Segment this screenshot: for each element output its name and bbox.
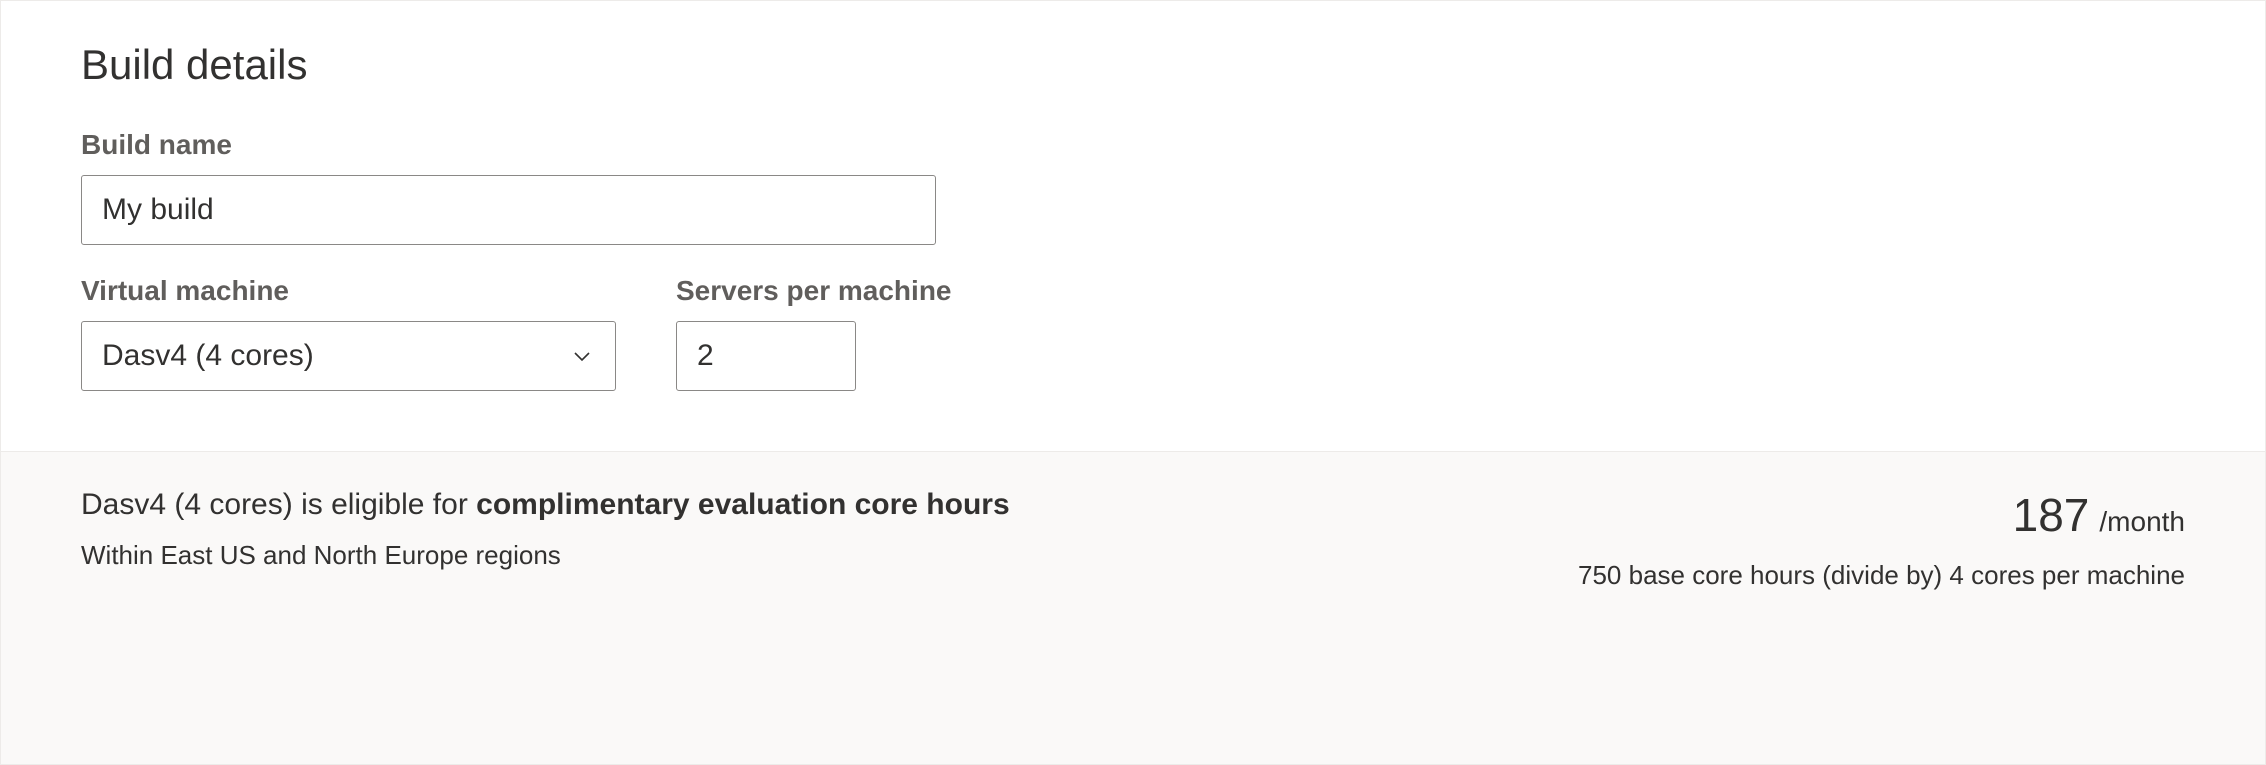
vm-row: Virtual machine Dasv4 (4 cores) Servers … xyxy=(81,275,2185,421)
form-section: Build details Build name Virtual machine… xyxy=(1,1,2265,451)
hours-unit: /month xyxy=(2099,506,2185,538)
calculation-text: 750 base core hours (divide by) 4 cores … xyxy=(1578,560,2185,591)
build-details-panel: Build details Build name Virtual machine… xyxy=(0,0,2266,765)
servers-per-machine-input[interactable] xyxy=(676,321,856,391)
eligibility-bold: complimentary evaluation core hours xyxy=(476,488,1009,521)
summary-left: Dasv4 (4 cores) is eligible for complime… xyxy=(81,488,1010,571)
hours-number: 187 xyxy=(2013,488,2090,542)
hours-display: 187 /month xyxy=(2013,488,2185,542)
region-note: Within East US and North Europe regions xyxy=(81,540,1010,571)
servers-per-machine-label: Servers per machine xyxy=(676,275,952,307)
servers-per-machine-field: Servers per machine xyxy=(676,275,952,391)
eligibility-text: Dasv4 (4 cores) is eligible for complime… xyxy=(81,488,1010,522)
virtual-machine-label: Virtual machine xyxy=(81,275,616,307)
build-name-input[interactable] xyxy=(81,175,936,245)
virtual-machine-field: Virtual machine Dasv4 (4 cores) xyxy=(81,275,616,391)
eligibility-prefix: Dasv4 (4 cores) is eligible for xyxy=(81,488,476,521)
virtual-machine-select-wrapper: Dasv4 (4 cores) xyxy=(81,321,616,391)
virtual-machine-select[interactable]: Dasv4 (4 cores) xyxy=(81,321,616,391)
section-title: Build details xyxy=(81,41,2185,89)
build-name-label: Build name xyxy=(81,129,2185,161)
summary-right: 187 /month 750 base core hours (divide b… xyxy=(1578,488,2185,591)
summary-bar: Dasv4 (4 cores) is eligible for complime… xyxy=(1,451,2265,764)
build-name-field: Build name xyxy=(81,129,2185,245)
